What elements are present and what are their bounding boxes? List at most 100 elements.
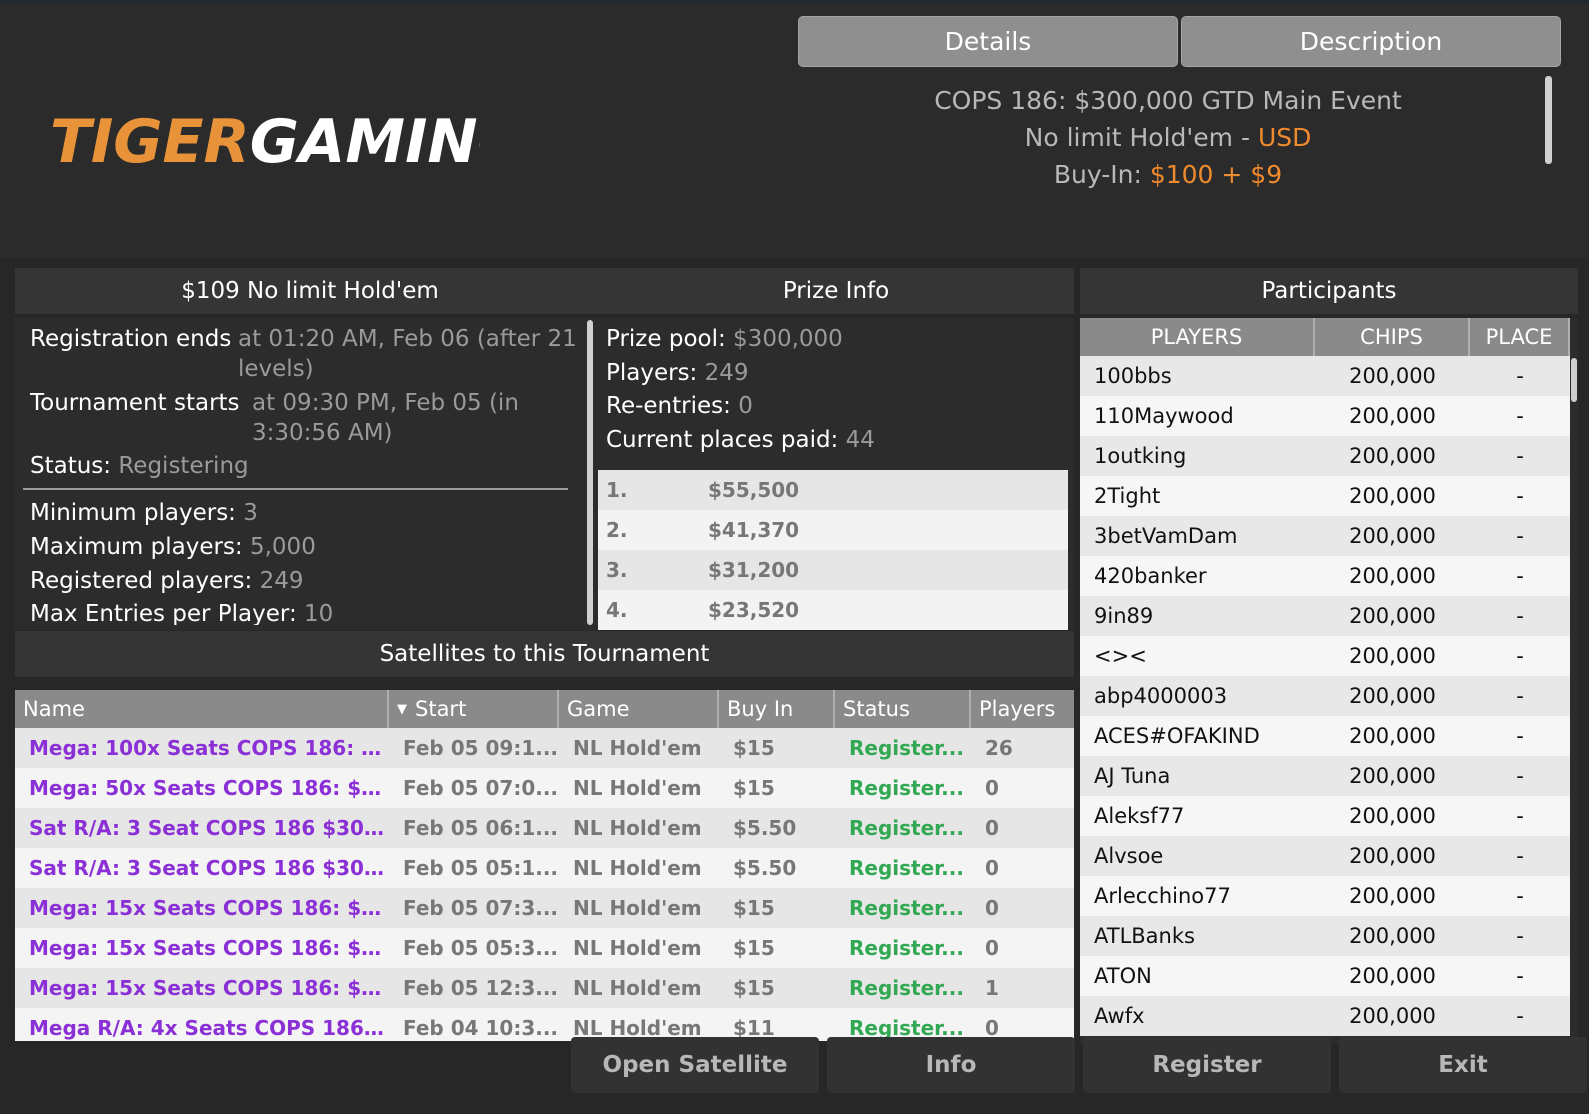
payout-row: 2. $41,370 xyxy=(598,510,1068,550)
participant-name: Alvsoe xyxy=(1094,844,1164,868)
participant-row[interactable]: 3betVamDam 200,000 - xyxy=(1080,516,1570,556)
participant-place: - xyxy=(1516,804,1524,828)
open-satellite-button[interactable]: Open Satellite xyxy=(571,1037,819,1093)
participant-row[interactable]: 2Tight 200,000 - xyxy=(1080,476,1570,516)
registered-players-row: Registered players: 249 xyxy=(30,568,304,594)
satellite-row[interactable]: Mega: 50x Seats COPS 186: $3... Feb 05 07… xyxy=(15,768,1074,808)
participant-row[interactable]: Arlecchino77 200,000 - xyxy=(1080,876,1570,916)
participant-place: - xyxy=(1516,964,1524,988)
participant-place: - xyxy=(1516,604,1524,628)
participant-row[interactable]: AJ Tuna 200,000 - xyxy=(1080,756,1570,796)
participants-table: PLAYERS CHIPS PLACE 100bbs 200,000-110May… xyxy=(1080,318,1578,1043)
satellite-buyin: $15 xyxy=(733,736,775,760)
col-buyin[interactable]: Buy In xyxy=(719,690,835,728)
satellite-players: 0 xyxy=(985,776,999,800)
satellites-panel-title: Satellites to this Tournament xyxy=(15,631,1074,677)
satellite-status: Register... xyxy=(849,776,964,800)
satellite-buyin: $15 xyxy=(733,776,775,800)
tab-description[interactable]: Description xyxy=(1181,16,1561,67)
satellite-players: 0 xyxy=(985,856,999,880)
participant-row[interactable]: ACES#OFAKIND 200,000 - xyxy=(1080,716,1570,756)
satellite-row[interactable]: Sat R/A: 3 Seat COPS 186 $300... Feb 05 0… xyxy=(15,808,1074,848)
register-button[interactable]: Register xyxy=(1083,1037,1331,1093)
satellite-row[interactable]: Mega: 15x Seats COPS 186: $3... Feb 05 12… xyxy=(15,968,1074,1008)
satellite-buyin: $15 xyxy=(733,896,775,920)
participant-row[interactable]: abp4000003 200,000 - xyxy=(1080,676,1570,716)
participant-row[interactable]: Aleksf77 200,000 - xyxy=(1080,796,1570,836)
satellite-name: Mega: 15x Seats COPS 186: $3... xyxy=(29,896,389,920)
satellite-name: Mega: 15x Seats COPS 186: $3... xyxy=(29,976,389,1000)
participant-place: - xyxy=(1516,564,1524,588)
starts-value-2: 3:30:56 AM) xyxy=(252,420,393,446)
col-players[interactable]: Players xyxy=(971,690,1074,728)
participant-row[interactable]: Awfx 200,000 - xyxy=(1080,996,1570,1036)
payout-row: 1. $55,500 xyxy=(598,470,1068,510)
participant-row[interactable]: ATON 200,000 - xyxy=(1080,956,1570,996)
prize-players-row: Players: 249 xyxy=(606,360,749,386)
participant-row[interactable]: ATLBanks 200,000 - xyxy=(1080,916,1570,956)
satellite-name: Mega: 50x Seats COPS 186: $3... xyxy=(29,776,389,800)
participant-row[interactable]: 9in89 200,000 - xyxy=(1080,596,1570,636)
participant-chips: 200,000 xyxy=(1349,524,1436,548)
participant-chips: 200,000 xyxy=(1349,564,1436,588)
col-players[interactable]: PLAYERS xyxy=(1080,318,1315,356)
col-chips[interactable]: CHIPS xyxy=(1315,318,1470,356)
participant-row[interactable]: 420banker 200,000 - xyxy=(1080,556,1570,596)
participant-place: - xyxy=(1516,444,1524,468)
starts-label: Tournament starts xyxy=(30,390,240,416)
satellite-buyin: $15 xyxy=(733,936,775,960)
col-status[interactable]: Status xyxy=(835,690,971,728)
participants-panel-title: Participants xyxy=(1080,268,1578,314)
participant-name: ATON xyxy=(1094,964,1152,988)
participants-scroll-track[interactable] xyxy=(1570,356,1578,1043)
participant-chips: 200,000 xyxy=(1349,764,1436,788)
payout-row: 4. $23,520 xyxy=(598,590,1068,630)
satellite-start: Feb 05 09:1... xyxy=(403,736,559,760)
satellite-game: NL Hold'em xyxy=(573,856,702,880)
participant-name: 1outking xyxy=(1094,444,1187,468)
participants-scroll-thumb[interactable] xyxy=(1571,358,1577,402)
details-panel-title: $109 No limit Hold'em xyxy=(15,268,605,314)
satellite-name: Mega: 100x Seats COPS 186: $... xyxy=(29,736,389,760)
description-scrollbar[interactable] xyxy=(1545,76,1552,164)
satellite-name: Sat R/A: 3 Seat COPS 186 $300... xyxy=(29,856,389,880)
reg-ends-label: Registration ends xyxy=(30,326,232,352)
satellite-row[interactable]: Mega: 15x Seats COPS 186: $3... Feb 05 05… xyxy=(15,928,1074,968)
participant-chips: 200,000 xyxy=(1349,884,1436,908)
col-name[interactable]: Name xyxy=(15,690,389,728)
satellite-name: Mega R/A: 4x Seats COPS 186:... xyxy=(29,1016,389,1040)
satellite-name: Sat R/A: 3 Seat COPS 186 $300... xyxy=(29,816,389,840)
satellite-row[interactable]: Mega: 100x Seats COPS 186: $... Feb 05 09… xyxy=(15,728,1074,768)
col-place[interactable]: PLACE xyxy=(1470,318,1570,356)
satellite-start: Feb 05 05:3... xyxy=(403,936,559,960)
satellite-name: Mega: 15x Seats COPS 186: $3... xyxy=(29,936,389,960)
participant-name: Aleksf77 xyxy=(1094,804,1185,828)
satellite-row[interactable]: Sat R/A: 3 Seat COPS 186 $300... Feb 05 0… xyxy=(15,848,1074,888)
participant-row[interactable]: Alvsoe 200,000 - xyxy=(1080,836,1570,876)
satellite-buyin: $5.50 xyxy=(733,856,797,880)
col-start[interactable]: ▼ Start xyxy=(389,690,559,728)
participant-row[interactable]: 110Maywood 200,000 - xyxy=(1080,396,1570,436)
participant-chips: 200,000 xyxy=(1349,844,1436,868)
col-game[interactable]: Game xyxy=(559,690,719,728)
satellite-status: Register... xyxy=(849,976,964,1000)
participant-chips: 200,000 xyxy=(1349,964,1436,988)
participant-name: AJ Tuna xyxy=(1094,764,1171,788)
participant-chips: 200,000 xyxy=(1349,684,1436,708)
details-scrollbar[interactable] xyxy=(587,320,593,625)
tab-details[interactable]: Details xyxy=(798,16,1178,67)
participant-row[interactable]: 1outking 200,000 - xyxy=(1080,436,1570,476)
participant-chips: 200,000 xyxy=(1349,1004,1436,1028)
participant-row[interactable]: 100bbs 200,000 - xyxy=(1080,356,1570,396)
exit-button[interactable]: Exit xyxy=(1339,1037,1587,1093)
reg-ends-value-2: levels) xyxy=(238,356,314,382)
info-button[interactable]: Info xyxy=(827,1037,1075,1093)
participant-place: - xyxy=(1516,764,1524,788)
satellite-row[interactable]: Mega: 15x Seats COPS 186: $3... Feb 05 07… xyxy=(15,888,1074,928)
participant-place: - xyxy=(1516,684,1524,708)
satellite-game: NL Hold'em xyxy=(573,816,702,840)
participant-name: Arlecchino77 xyxy=(1094,884,1231,908)
places-paid-row: Current places paid: 44 xyxy=(606,427,875,453)
prize-pool-row: Prize pool: $300,000 xyxy=(606,326,843,352)
participant-row[interactable]: <>< 200,000 - xyxy=(1080,636,1570,676)
